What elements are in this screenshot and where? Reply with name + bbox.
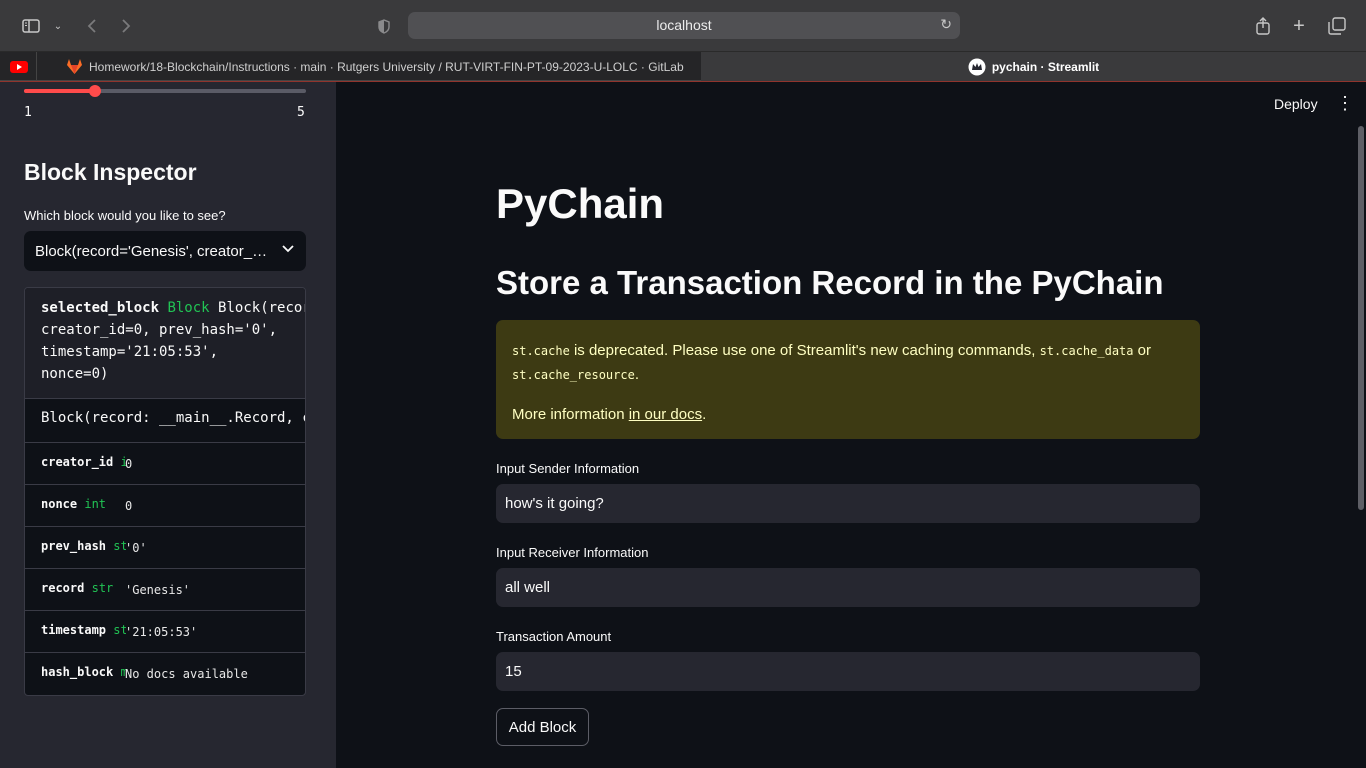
- block-select[interactable]: Block(record='Genesis', creator_id=0, pr…: [24, 231, 306, 271]
- inspect-var-type: Block: [167, 300, 210, 316]
- add-block-button[interactable]: Add Block: [496, 708, 589, 746]
- sender-input[interactable]: how's it going?: [496, 484, 1200, 523]
- inspect-row: timestamp str '21:05:53': [25, 610, 305, 652]
- youtube-icon: [10, 60, 28, 73]
- gitlab-icon: [67, 58, 82, 74]
- sidebar-title: Block Inspector: [24, 159, 197, 185]
- scrollbar[interactable]: [1358, 126, 1364, 510]
- deprecation-warning: st.cache is deprecated. Please use one o…: [496, 320, 1200, 439]
- slider-min-label: 1: [24, 105, 32, 120]
- address-bar[interactable]: localhost ↻: [408, 12, 960, 39]
- row-key-type: int: [84, 497, 107, 511]
- tab-pychain[interactable]: pychain · Streamlit: [701, 52, 1366, 81]
- browser-toolbar: ⌄ localhost ↻ +: [0, 0, 1366, 52]
- row-key-name: hash_block: [41, 665, 114, 679]
- reload-icon[interactable]: ↻: [940, 16, 952, 33]
- block-select-value: Block(record='Genesis', creator_id=0, pr…: [35, 243, 270, 260]
- inspect-row-value: 0: [125, 457, 133, 471]
- warning-code: st.cache_resource: [512, 368, 635, 382]
- page-subtitle: Store a Transaction Record in the PyChai…: [496, 264, 1164, 301]
- tab-overview-icon[interactable]: [1328, 14, 1346, 38]
- inspect-row-value: '0': [125, 541, 147, 555]
- inspect-value-line1: Block(record='Genesis',: [218, 300, 306, 316]
- inspect-row: hash_block method No docs available: [25, 652, 305, 694]
- block-select-label: Which block would you like to see?: [24, 208, 226, 223]
- inspect-row-value: 0: [125, 499, 133, 513]
- warning-line-1: st.cache is deprecated. Please use one o…: [512, 339, 1184, 387]
- inspect-row-key: record str: [41, 581, 126, 595]
- shield-icon[interactable]: [376, 14, 392, 38]
- share-icon[interactable]: [1254, 14, 1272, 38]
- inspect-row: prev_hash str '0': [25, 526, 305, 568]
- warning-text: More information: [512, 406, 629, 423]
- inspect-row-value: 'Genesis': [125, 583, 191, 597]
- sidebar: 1 5 Block Inspector Which block would yo…: [0, 82, 336, 768]
- inspect-row-key: nonce int: [41, 497, 126, 511]
- tab-gitlab[interactable]: Homework/18-Blockchain/Instructions · ma…: [36, 52, 701, 81]
- main-content: Deploy ⋮ PyChain Store a Transaction Rec…: [336, 82, 1366, 768]
- inspect-row-key: prev_hash str: [41, 539, 126, 553]
- page-title: PyChain: [496, 180, 665, 227]
- receiver-input-value: all well: [505, 579, 551, 596]
- inspect-signature: Block(record: __main__.Record, creator_i…: [25, 398, 305, 442]
- forward-icon[interactable]: [118, 14, 134, 38]
- youtube-pinned-tab[interactable]: [8, 52, 30, 81]
- sender-label: Input Sender Information: [496, 461, 640, 476]
- chevron-down-icon[interactable]: ⌄: [52, 14, 64, 38]
- slider-fill: [24, 89, 95, 93]
- url-text: localhost: [656, 17, 712, 33]
- inspect-row-value: No docs available: [125, 667, 248, 681]
- row-key-name: prev_hash: [41, 539, 107, 553]
- inspect-row-key: timestamp str: [41, 623, 126, 637]
- row-key-name: nonce: [41, 497, 78, 511]
- sender-input-value: how's it going?: [505, 495, 604, 512]
- row-key-name: record: [41, 581, 85, 595]
- warning-text: .: [634, 366, 639, 383]
- amount-label: Transaction Amount: [496, 629, 612, 644]
- tab-gitlab-label: Homework/18-Blockchain/Instructions · ma…: [89, 59, 684, 74]
- tab-bar: Homework/18-Blockchain/Instructions · ma…: [0, 52, 1366, 81]
- block-slider[interactable]: [24, 85, 306, 97]
- warning-line-2: More information in our docs.: [512, 403, 1184, 427]
- deploy-button[interactable]: Deploy: [1274, 96, 1318, 112]
- new-tab-icon[interactable]: +: [1290, 14, 1308, 38]
- sidebar-toggle-icon[interactable]: [20, 14, 42, 38]
- row-key-name: timestamp: [41, 623, 107, 637]
- receiver-input[interactable]: all well: [496, 568, 1200, 607]
- slider-max-label: 5: [297, 105, 305, 120]
- more-menu-icon[interactable]: ⋮: [1336, 94, 1354, 112]
- warning-text: .: [702, 406, 707, 423]
- warning-text: is deprecated. Please use one of Streaml…: [569, 342, 1040, 359]
- slider-thumb[interactable]: [88, 85, 101, 97]
- warning-code: st.cache_data: [1039, 344, 1134, 358]
- inspect-value-rest: creator_id=0, prev_hash='0', timestamp='…: [41, 322, 278, 382]
- tab-pychain-label: pychain · Streamlit: [991, 59, 1100, 74]
- inspect-var-name: selected_block: [41, 300, 160, 316]
- warning-code: st.cache: [512, 344, 570, 358]
- receiver-label: Input Receiver Information: [496, 545, 649, 560]
- row-key-name: creator_id: [41, 455, 114, 469]
- amount-input[interactable]: 15: [496, 652, 1200, 691]
- inspect-row: creator_id int 0: [25, 442, 305, 484]
- inspect-row: nonce int 0: [25, 484, 305, 526]
- chevron-down-icon: [282, 241, 294, 256]
- warning-text: or: [1133, 342, 1152, 359]
- docs-link[interactable]: in our docs: [629, 406, 702, 423]
- inspect-header: selected_block Block Block(record='Genes…: [25, 288, 305, 398]
- back-icon[interactable]: [84, 14, 100, 38]
- streamlit-crown-icon: [968, 58, 986, 75]
- inspect-row-value: '21:05:53': [125, 625, 198, 639]
- block-inspector-panel[interactable]: selected_block Block Block(record='Genes…: [24, 287, 306, 696]
- inspect-row: record str 'Genesis': [25, 568, 305, 610]
- amount-input-value: 15: [505, 663, 522, 680]
- row-key-type: str: [91, 581, 114, 595]
- inspect-row-key: hash_block method: [41, 665, 126, 679]
- inspect-row-key: creator_id int: [41, 455, 126, 469]
